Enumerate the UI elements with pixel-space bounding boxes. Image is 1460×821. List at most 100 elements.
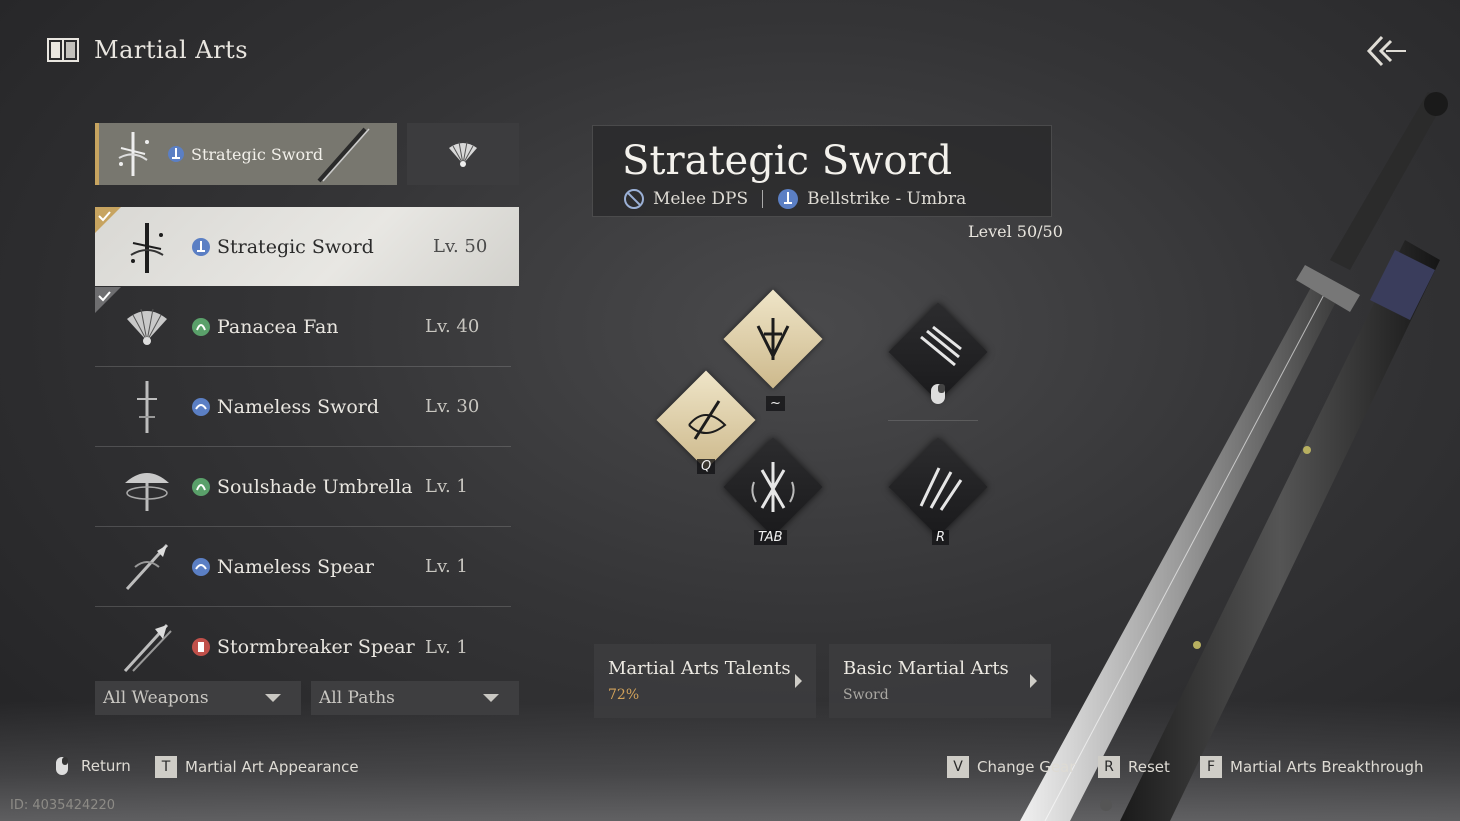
weapon-detail-panel: Strategic Sword Melee DPS Bellstrike - U… <box>592 125 1052 217</box>
chevron-right-icon <box>1030 674 1037 688</box>
weapon-detail-subtitle: Melee DPS Bellstrike - Umbra <box>623 188 966 210</box>
player-id: ID: 4035424220 <box>10 798 116 813</box>
sword-blade-icon <box>317 127 370 183</box>
weapon-detail-title: Strategic Sword <box>622 138 953 184</box>
skill-diamond-grid: ~ Q TAB R <box>640 289 1000 560</box>
skill-slot-mouse[interactable] <box>888 302 988 404</box>
hint-appearance[interactable]: T Martial Art Appearance <box>155 756 359 778</box>
equipped-weapon-tile[interactable]: Strategic Sword <box>95 123 397 185</box>
talents-progress: 72% <box>608 687 640 703</box>
basic-arts-type: Sword <box>843 687 889 703</box>
hint-appearance-label: Martial Art Appearance <box>185 758 359 776</box>
chevron-down-icon <box>483 694 499 702</box>
burst-figure-icon <box>751 462 795 512</box>
key-v: V <box>947 756 969 778</box>
weapon-name: Panacea Fan <box>217 315 339 338</box>
weapon-filter-value: All Weapons <box>103 688 209 708</box>
weapon-item-strategic-sword[interactable]: Strategic Sword Lv. 50 <box>95 207 519 286</box>
book-icon <box>47 38 79 62</box>
talents-title: Martial Arts Talents <box>608 658 791 679</box>
hint-breakthrough-label: Martial Arts Breakthrough <box>1230 758 1424 776</box>
basic-arts-title: Basic Martial Arts <box>843 658 1009 679</box>
weapon-item-panacea-fan[interactable]: Panacea Fan Lv. 40 <box>95 287 511 367</box>
nameless-spear-icon <box>125 543 169 590</box>
weapon-list: Strategic Sword Lv. 50 Panacea Fan Lv. 4… <box>95 207 519 687</box>
nameless-sword-icon <box>137 380 157 433</box>
path-bellstrike-icon <box>168 146 184 162</box>
key-t: T <box>155 756 177 778</box>
hint-change-gear[interactable]: V Change Gear <box>947 756 1075 778</box>
path-filter-value: All Paths <box>319 688 395 708</box>
hint-reset-label: Reset <box>1128 758 1170 776</box>
skill-slot-tilde[interactable]: ~ <box>723 289 823 411</box>
path-bellstrike-icon <box>778 189 799 209</box>
weapon-level: Lv. 1 <box>425 636 468 658</box>
skill-key-tab: TAB <box>754 530 787 545</box>
skill-slot-q[interactable]: Q <box>656 370 756 474</box>
key-r: R <box>1098 756 1120 778</box>
strategic-sword-icon <box>130 222 164 273</box>
basic-martial-arts-button[interactable]: Basic Martial Arts Sword <box>829 644 1051 718</box>
martial-arts-talents-button[interactable]: Martial Arts Talents 72% <box>594 644 816 718</box>
back-arrow-icon[interactable] <box>1364 34 1408 68</box>
chevron-down-icon <box>265 694 281 702</box>
strategic-sword-icon <box>118 132 149 176</box>
weapon-level: Lv. 50 <box>433 236 488 257</box>
path-bellstrike-icon <box>192 397 210 416</box>
divider <box>762 190 764 208</box>
weapon-item-nameless-spear[interactable]: Nameless Spear Lv. 1 <box>95 527 511 607</box>
weapon-path: Bellstrike - Umbra <box>807 189 967 209</box>
page-header: Martial Arts <box>46 36 248 64</box>
divider <box>888 420 978 421</box>
mouse-right-click-icon <box>931 384 945 404</box>
slash-arc-icon <box>688 400 727 440</box>
hint-return-label: Return <box>81 757 131 775</box>
weapon-name: Strategic Sword <box>217 235 374 258</box>
umbrella-icon <box>125 472 169 511</box>
stormbreaker-spear-icon <box>123 623 172 673</box>
path-silkbind-icon <box>192 317 210 336</box>
path-bellstrike-icon <box>192 237 210 256</box>
weapon-name: Stormbreaker Spear <box>217 636 415 658</box>
weapon-name: Soulshade Umbrella <box>217 475 413 498</box>
secondary-weapon-tile[interactable] <box>407 123 519 185</box>
weapon-level: Lv. 30 <box>425 396 480 417</box>
skill-slot-r[interactable]: R <box>888 437 988 545</box>
equipped-check-icon <box>95 287 121 313</box>
weapon-item-stormbreaker-spear[interactable]: Stormbreaker Spear Lv. 1 <box>95 607 511 687</box>
skill-slot-tab[interactable]: TAB <box>723 437 823 545</box>
path-silkbind-icon <box>192 477 210 496</box>
path-bellstrike-icon <box>192 557 210 576</box>
key-f: F <box>1200 756 1222 778</box>
equipped-check-icon <box>95 207 121 233</box>
triple-slash-icon <box>920 325 962 367</box>
skill-key-r: R <box>932 530 950 545</box>
weapon-name: Nameless Sword <box>217 395 380 418</box>
weapon-role: Melee DPS <box>653 189 749 209</box>
sword-sigil-icon <box>756 318 790 360</box>
hint-change-gear-label: Change Gear <box>977 758 1076 776</box>
hint-reset[interactable]: R Reset <box>1098 756 1170 778</box>
melee-dps-icon <box>624 189 644 209</box>
chevron-right-icon <box>795 674 802 688</box>
weapon-item-nameless-sword[interactable]: Nameless Sword Lv. 30 <box>95 367 511 447</box>
weapon-level: Lv. 40 <box>425 316 480 337</box>
fan-icon <box>449 141 477 167</box>
weapon-item-soulshade-umbrella[interactable]: Soulshade Umbrella Lv. 1 <box>95 447 511 527</box>
path-stonesplit-icon <box>192 638 210 656</box>
weapon-level-readout: Level 50/50 <box>968 222 1063 241</box>
hint-breakthrough[interactable]: F Martial Arts Breakthrough <box>1200 756 1424 778</box>
weapon-name: Nameless Spear <box>217 555 374 578</box>
hint-return[interactable]: Return <box>55 756 131 776</box>
claw-strike-icon <box>919 467 963 511</box>
skill-key-tilde: ~ <box>766 396 785 411</box>
path-filter-dropdown[interactable]: All Paths <box>311 681 519 715</box>
equipped-weapon-name: Strategic Sword <box>191 144 324 164</box>
weapon-filter-dropdown[interactable]: All Weapons <box>95 681 301 715</box>
skill-key-q: Q <box>697 459 716 474</box>
mouse-right-click-icon <box>56 757 68 775</box>
weapon-level: Lv. 1 <box>425 476 468 497</box>
page-title: Martial Arts <box>94 36 249 64</box>
fan-icon <box>127 308 167 345</box>
weapon-level: Lv. 1 <box>425 556 468 577</box>
